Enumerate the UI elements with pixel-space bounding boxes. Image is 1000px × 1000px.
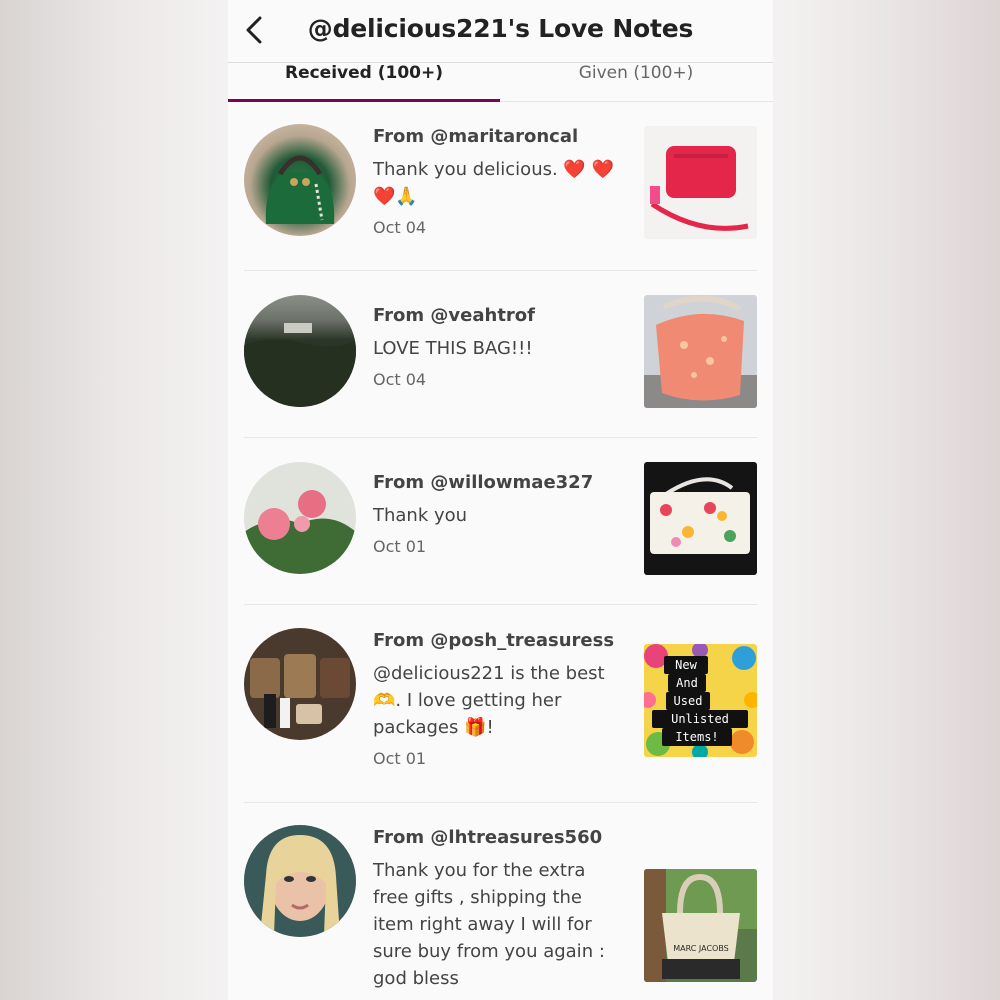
list-item[interactable]: From @lhtreasures560 Thank you for the e… — [244, 825, 757, 1000]
note-sender[interactable]: From @veahtrof — [373, 305, 625, 327]
list-item[interactable]: From @maritaroncal Thank you delicious. … — [244, 124, 757, 244]
note-date: Oct 04 — [373, 370, 427, 389]
tab-received[interactable]: Received (100+) — [228, 63, 500, 101]
list-item[interactable]: From @veahtrof LOVE THIS BAG!!! Oct 04 — [244, 295, 757, 415]
listing-thumbnail[interactable]: MARC JACOBS — [644, 869, 757, 982]
note-message: LOVE THIS BAG!!! — [373, 338, 533, 359]
header: @delicious221's Love Notes — [228, 0, 773, 62]
avatar[interactable] — [244, 295, 356, 407]
sticker-text: Unlisted — [671, 712, 729, 726]
note-sender[interactable]: From @maritaroncal — [373, 126, 625, 148]
note-message: Thank you delicious. ❤️ ❤️❤️🙏 — [373, 159, 614, 207]
chevron-left-icon — [243, 15, 265, 45]
page-title: @delicious221's Love Notes — [307, 14, 694, 43]
divider — [244, 802, 757, 803]
note-message: Thank you for the extra free gifts , shi… — [373, 860, 605, 989]
note-date: Oct 04 — [373, 218, 427, 237]
sticker-text: Used — [674, 694, 703, 708]
note-sender[interactable]: From @lhtreasures560 — [373, 827, 625, 849]
active-tab-indicator — [228, 99, 500, 102]
listing-thumbnail[interactable]: New And Used Unlisted Items! — [644, 644, 757, 757]
list-item[interactable]: From @willowmae327 Thank you Oct 01 — [244, 462, 757, 582]
avatar[interactable] — [244, 462, 356, 574]
note-sender[interactable]: From @posh_treasuress — [373, 630, 625, 652]
avatar[interactable] — [244, 825, 356, 937]
bag-brand-text: MARC JACOBS — [673, 944, 729, 953]
listing-thumbnail[interactable] — [644, 462, 757, 575]
divider — [244, 270, 757, 271]
tab-bar: Received (100+) Given (100+) — [228, 62, 773, 102]
note-message: @delicious221 is the best 🫶. I love gett… — [373, 663, 605, 738]
list-item[interactable]: From @posh_treasuress @delicious221 is t… — [244, 628, 757, 778]
note-date: Oct 01 — [373, 749, 427, 768]
note-sender[interactable]: From @willowmae327 — [373, 472, 625, 494]
divider — [244, 437, 757, 438]
listing-thumbnail[interactable] — [644, 295, 757, 408]
note-date: Oct 01 — [373, 537, 427, 556]
sticker-text: New — [675, 658, 697, 672]
sticker-text: And — [676, 676, 698, 690]
divider — [244, 604, 757, 605]
sticker-text: Items! — [675, 730, 718, 744]
note-message: Thank you — [373, 505, 468, 526]
back-button[interactable] — [236, 12, 272, 48]
avatar[interactable] — [244, 124, 356, 236]
listing-thumbnail[interactable] — [644, 126, 757, 239]
avatar[interactable] — [244, 628, 356, 740]
app-screen: @delicious221's Love Notes Received (100… — [228, 0, 773, 1000]
tab-given[interactable]: Given (100+) — [500, 63, 772, 101]
